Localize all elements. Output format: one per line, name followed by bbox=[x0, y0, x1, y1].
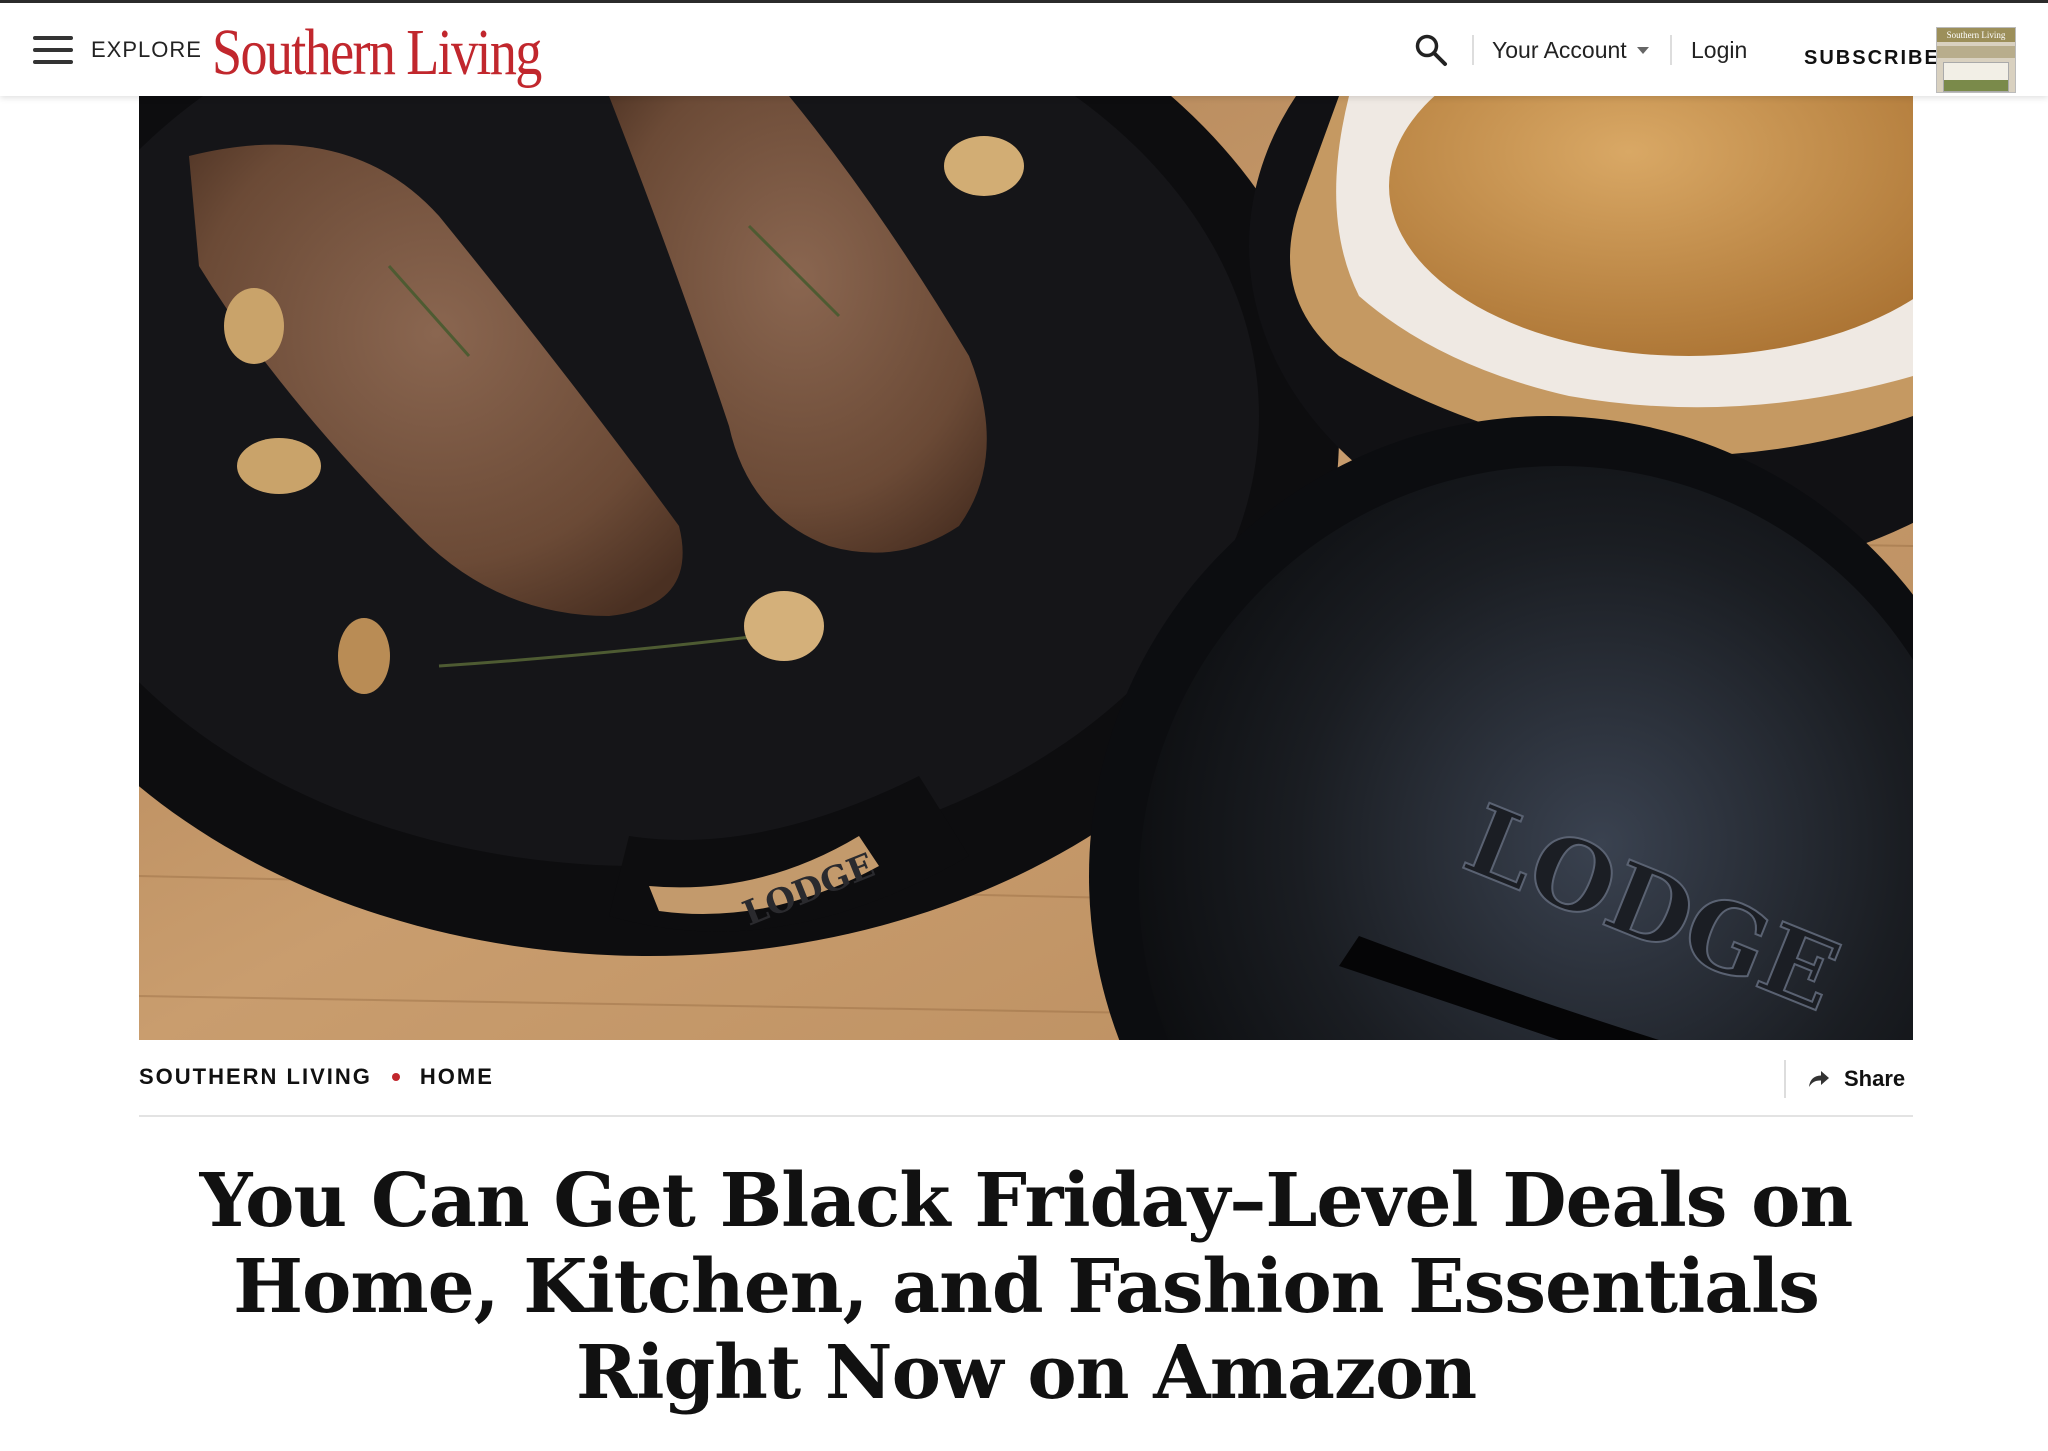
section-divider bbox=[139, 1115, 1913, 1117]
explore-link[interactable]: EXPLORE bbox=[91, 37, 202, 63]
article-title: You Can Get Black Friday–Level Deals on … bbox=[199, 1158, 1854, 1416]
magazine-masthead: Southern Living bbox=[1937, 28, 2015, 42]
share-arrow-icon bbox=[1809, 1071, 1829, 1087]
breadcrumb: SOUTHERN LIVING HOME bbox=[139, 1064, 494, 1090]
search-icon[interactable] bbox=[1414, 33, 1448, 67]
share-divider bbox=[1784, 1060, 1786, 1098]
account-label: Your Account bbox=[1492, 37, 1627, 63]
site-logo[interactable]: Southern Living bbox=[212, 13, 542, 93]
share-label: Share bbox=[1844, 1066, 1906, 1091]
header-divider bbox=[1670, 35, 1672, 65]
header-divider bbox=[1472, 35, 1474, 65]
subscribe-link[interactable]: SUBSCRIBE bbox=[1804, 47, 1940, 70]
hamburger-icon[interactable] bbox=[33, 36, 73, 64]
hero-image: LODGE LODGE bbox=[139, 96, 1913, 1040]
site-header: EXPLORE Southern Living Your Account Log… bbox=[0, 0, 2048, 96]
breadcrumb-item-southern-living[interactable]: SOUTHERN LIVING bbox=[139, 1064, 372, 1090]
share-button[interactable]: Share bbox=[1808, 1066, 1905, 1092]
magazine-cover-thumbnail[interactable]: Southern Living bbox=[1936, 27, 2016, 93]
breadcrumb-item-home[interactable]: HOME bbox=[420, 1064, 494, 1090]
account-menu[interactable]: Your Account bbox=[1492, 37, 1649, 64]
caret-down-icon bbox=[1636, 47, 1649, 54]
login-link[interactable]: Login bbox=[1691, 37, 1747, 64]
breadcrumb-separator-dot bbox=[391, 1073, 400, 1081]
